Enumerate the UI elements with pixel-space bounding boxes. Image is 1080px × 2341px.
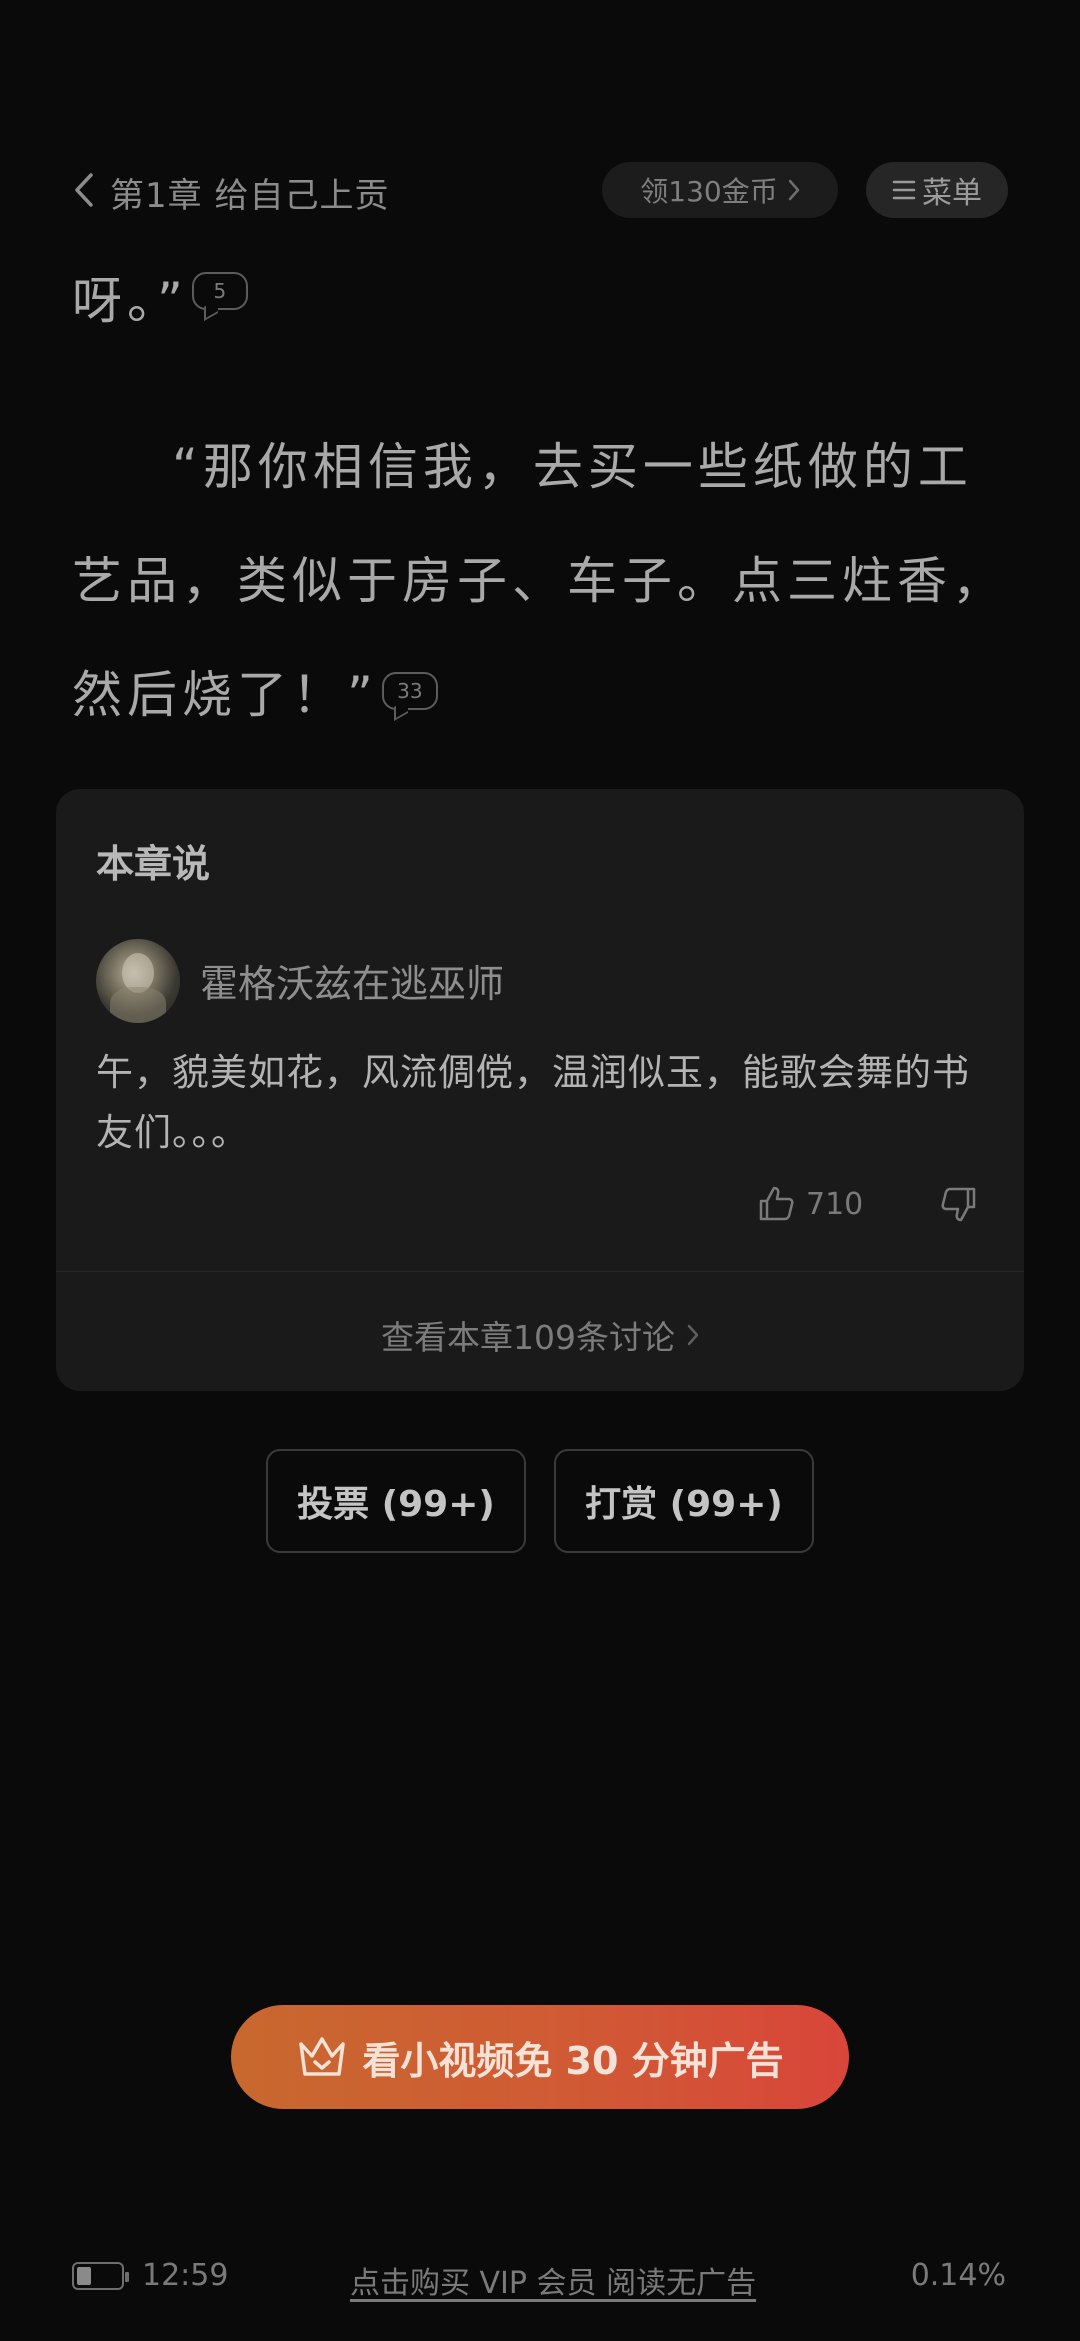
- paragraph-comment-bubble[interactable]: 33: [381, 671, 438, 710]
- thumbs-down-icon: [941, 1187, 976, 1222]
- paragraph-2: “那你相信我，去买一些纸做的工艺品，类似于房子、车子。点三炷香，然后烧了！” 33: [72, 410, 1012, 752]
- view-discussions-label: 查看本章109条讨论: [381, 1318, 675, 1357]
- reading-progress: 0.14%: [910, 2258, 1006, 2293]
- view-discussions-link[interactable]: 查看本章109条讨论: [56, 1305, 1024, 1365]
- dislike-button[interactable]: [934, 1179, 984, 1229]
- menu-label: 菜单: [922, 176, 982, 211]
- like-count: 710: [806, 1186, 864, 1222]
- like-button[interactable]: 710: [756, 1179, 863, 1229]
- paragraph-comment-count: 5: [213, 278, 227, 303]
- comment-text[interactable]: 午，貌美如花，风流倜傥，温润似玉，能歌会舞的书友们。。。: [96, 1043, 996, 1163]
- thumbs-up-icon: [759, 1186, 794, 1221]
- paragraph-1: 呀。” 5: [72, 244, 1012, 358]
- ad-button-label: 看小视频免 30 分钟广告: [362, 2038, 784, 2083]
- claim-coins-label: 领130金币: [640, 175, 778, 208]
- comment-username[interactable]: 霍格沃兹在逃巫师: [200, 953, 504, 1008]
- reward-button[interactable]: 打赏 (99+): [554, 1449, 814, 1553]
- menu-lines-icon: [892, 180, 916, 200]
- buy-vip-link[interactable]: 点击购买 VIP 会员 阅读无广告: [350, 2258, 756, 2302]
- battery-icon: [72, 2262, 129, 2290]
- reader-top-bar: 第1章 给自己上贡 领130金币 菜单: [0, 160, 1080, 220]
- menu-button[interactable]: 菜单: [866, 162, 1008, 218]
- claim-coins-button[interactable]: 领130金币: [602, 162, 838, 218]
- chevron-right-icon: [687, 1324, 699, 1346]
- chevron-left-icon: [75, 173, 93, 207]
- back-button[interactable]: [64, 170, 104, 210]
- time-display: 12:59: [142, 2258, 229, 2293]
- reader-status-bar: 12:59 点击购买 VIP 会员 阅读无广告 0.14%: [0, 2250, 1080, 2306]
- chapter-comments-card: 本章说 霍格沃兹在逃巫师 午，貌美如花，风流倜傥，温润似玉，能歌会舞的书友们。。…: [56, 789, 1024, 1391]
- paragraph-comment-count: 33: [397, 678, 423, 703]
- avatar[interactable]: [96, 939, 180, 1023]
- paragraph-2-text: “那你相信我，去买一些纸做的工艺品，类似于房子、车子。点三炷香，然后烧了！”: [72, 438, 1007, 724]
- paragraph-1-text: 呀。”: [72, 272, 188, 330]
- watch-video-ad-free-button[interactable]: 看小视频免 30 分钟广告: [231, 2005, 849, 2109]
- paragraph-comment-bubble[interactable]: 5: [191, 271, 248, 310]
- vote-button[interactable]: 投票 (99+): [266, 1449, 526, 1553]
- chevron-right-icon: [788, 179, 799, 201]
- card-title: 本章说: [96, 842, 211, 886]
- crown-icon: [299, 2037, 346, 2076]
- chapter-title[interactable]: 第1章 给自己上贡: [110, 168, 389, 217]
- divider: [56, 1271, 1024, 1272]
